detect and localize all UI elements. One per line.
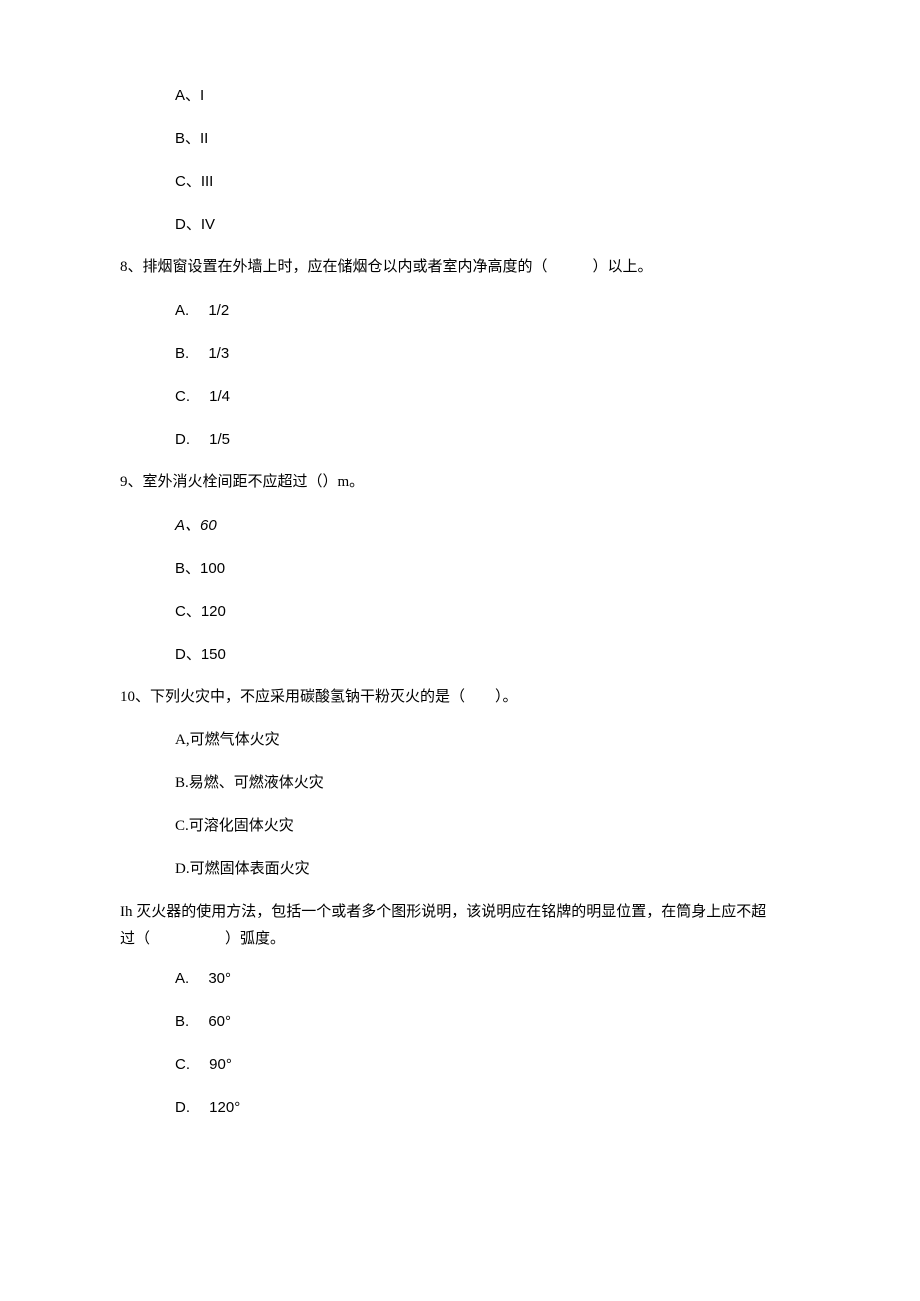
q11-option-c: C. 90° [175, 1054, 800, 1075]
q11-stem: Ih 灭火器的使用方法，包括一个或者多个图形说明，该说明应在铭牌的明显位置，在筒… [120, 902, 800, 950]
q11-option-a: A. 30° [175, 968, 800, 989]
q10-option-b: B.易燃、可燃液体火灾 [175, 773, 800, 794]
q9-option-c: C、120 [175, 601, 800, 622]
q11-option-d: D. 120° [175, 1097, 800, 1118]
q11-stem-line2: 过（ ）弧度。 [120, 929, 800, 950]
q7-option-d: D、IV [175, 214, 800, 235]
q10-option-d: D.可燃固体表面火灾 [175, 859, 800, 880]
q8-stem: 8、排烟窗设置在外墙上时，应在储烟仓以内或者室内净高度的（ ）以上。 [120, 257, 800, 278]
q8-option-a: A. 1/2 [175, 300, 800, 321]
q7-option-a: A、I [175, 85, 800, 106]
q10-option-c: C.可溶化固体火灾 [175, 816, 800, 837]
q11-stem-line1: Ih 灭火器的使用方法，包括一个或者多个图形说明，该说明应在铭牌的明显位置，在筒… [120, 902, 800, 923]
q10-stem: 10、下列火灾中，不应采用碳酸氢钠干粉灭火的是（ ）。 [120, 687, 800, 708]
q9-option-a-text: A、60 [175, 517, 217, 534]
q7-option-b: B、II [175, 128, 800, 149]
q7-option-c: C、III [175, 171, 800, 192]
q8-option-b: B. 1/3 [175, 343, 800, 364]
q9-option-d: D、150 [175, 644, 800, 665]
q11-option-b: B. 60° [175, 1011, 800, 1032]
q10-option-a: A,可燃气体火灾 [175, 730, 800, 751]
q9-stem: 9、室外消火栓间距不应超过（）m。 [120, 472, 800, 493]
q8-option-d: D. 1/5 [175, 429, 800, 450]
q9-option-a: A、60 [175, 515, 800, 536]
document-page: A、I B、II C、III D、IV 8、排烟窗设置在外墙上时，应在储烟仓以内… [0, 0, 920, 1301]
q9-option-b: B、100 [175, 558, 800, 579]
q8-option-c: C. 1/4 [175, 386, 800, 407]
